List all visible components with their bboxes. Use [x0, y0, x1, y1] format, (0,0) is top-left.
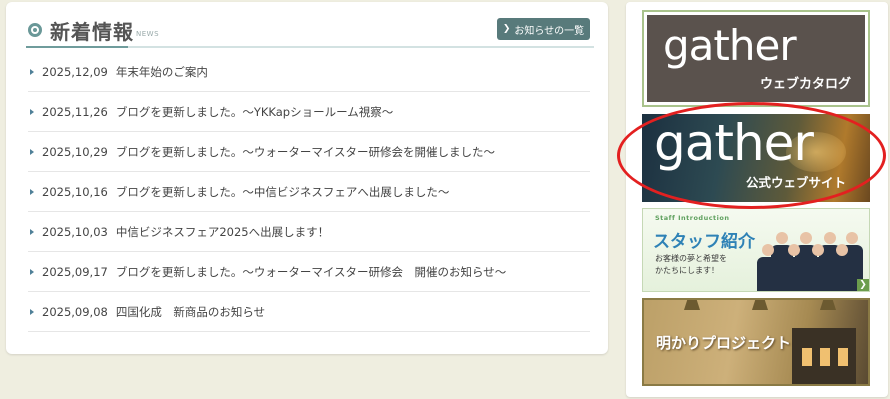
- news-link[interactable]: ブログを更新しました。～ウォーターマイスター研修会 開催のお知らせ～: [116, 264, 506, 280]
- staff-member: [807, 244, 829, 291]
- staff-intro-title: スタッフ紹介: [653, 232, 755, 252]
- triangle-bullet-icon: [30, 228, 34, 235]
- news-item[interactable]: 2025,09,17 ブログを更新しました。～ウォーターマイスター研修会 開催の…: [28, 252, 590, 292]
- lamp-icon: [752, 300, 768, 310]
- staff-intro-subtitle: お客様の夢と希望を かたちにします！: [655, 254, 727, 275]
- news-date: 2025,10,29: [42, 144, 108, 159]
- news-list: 2025,12,09 年末年始のご案内 2025,11,26 ブログを更新しまし…: [28, 52, 590, 332]
- news-date: 2025,09,08: [42, 304, 108, 319]
- staff-photo: [745, 211, 863, 291]
- triangle-bullet-icon: [30, 68, 34, 75]
- news-date: 2025,10,03: [42, 224, 108, 239]
- news-header: 新着情報 NEWS ❯ お知らせの一覧: [26, 16, 594, 48]
- triangle-bullet-icon: [30, 148, 34, 155]
- triangle-bullet-icon: [30, 188, 34, 195]
- chevron-right-icon: ❯: [502, 24, 511, 34]
- news-list-button-label: お知らせの一覧: [514, 25, 585, 37]
- news-link[interactable]: 四国化成 新商品のお知らせ: [116, 304, 265, 320]
- news-item[interactable]: 2025,09,08 四国化成 新商品のお知らせ: [28, 292, 590, 332]
- news-date: 2025,09,17: [42, 264, 108, 279]
- staff-member: [783, 244, 805, 291]
- triangle-bullet-icon: [30, 308, 34, 315]
- official-site-banner[interactable]: gather 公式ウェブサイト: [642, 114, 870, 202]
- news-subtitle: NEWS: [136, 30, 160, 38]
- lamp-icon: [684, 300, 700, 310]
- gather-logo: gather: [654, 114, 814, 172]
- web-catalog-banner[interactable]: gather ウェブカタログ: [642, 10, 870, 107]
- window: [820, 348, 830, 366]
- news-date: 2025,11,26: [42, 104, 108, 119]
- news-link[interactable]: ブログを更新しました。～中信ビジネスフェアへ出展しました～: [116, 184, 450, 200]
- official-site-caption: 公式ウェブサイト: [745, 175, 846, 190]
- window: [802, 348, 812, 366]
- house-illustration: [792, 328, 856, 384]
- news-date: 2025,12,09: [42, 64, 108, 79]
- news-title: 新着情報: [50, 20, 134, 44]
- news-item[interactable]: 2025,11,26 ブログを更新しました。～YKKapショールーム視察～: [28, 92, 590, 132]
- news-link[interactable]: 中信ビジネスフェア2025へ出展します！: [116, 224, 329, 240]
- news-item[interactable]: 2025,10,16 ブログを更新しました。～中信ビジネスフェアへ出展しました～: [28, 172, 590, 212]
- title-underline: [26, 46, 128, 48]
- news-link[interactable]: 年末年始のご案内: [116, 64, 208, 80]
- staff-member: [831, 244, 853, 291]
- staff-intro-en: Staff Introduction: [655, 214, 730, 222]
- lighting-project-title: 明かりプロジェクト: [656, 334, 792, 352]
- staff-intro-banner[interactable]: Staff Introduction スタッフ紹介 お客様の夢と希望を かたちに…: [642, 208, 870, 292]
- news-item[interactable]: 2025,10,03 中信ビジネスフェア2025へ出展します！: [28, 212, 590, 252]
- circle-icon: [28, 23, 42, 37]
- news-item[interactable]: 2025,12,09 年末年始のご案内: [28, 52, 590, 92]
- web-catalog-caption: ウェブカタログ: [759, 77, 851, 92]
- news-link[interactable]: ブログを更新しました。～ウォーターマイスター研修会を開催しました～: [116, 144, 495, 160]
- window: [838, 348, 848, 366]
- web-catalog-banner-inner: gather ウェブカタログ: [647, 15, 865, 102]
- news-date: 2025,10,16: [42, 184, 108, 199]
- lamp-icon: [820, 300, 836, 310]
- triangle-bullet-icon: [30, 108, 34, 115]
- news-item[interactable]: 2025,10,29 ブログを更新しました。～ウォーターマイスター研修会を開催し…: [28, 132, 590, 172]
- triangle-bullet-icon: [30, 268, 34, 275]
- staff-member: [757, 244, 779, 291]
- news-link[interactable]: ブログを更新しました。～YKKapショールーム視察～: [116, 104, 393, 120]
- arrow-right-icon: ❯: [857, 279, 869, 291]
- news-list-button[interactable]: ❯ お知らせの一覧: [497, 18, 590, 40]
- gather-logo: gather: [663, 21, 797, 70]
- lighting-project-banner[interactable]: 明かりプロジェクト: [642, 298, 870, 386]
- sidebar-banners: gather ウェブカタログ gather 公式ウェブサイト Staff Int…: [626, 2, 888, 397]
- news-panel: 新着情報 NEWS ❯ お知らせの一覧 2025,12,09 年末年始のご案内 …: [6, 2, 608, 354]
